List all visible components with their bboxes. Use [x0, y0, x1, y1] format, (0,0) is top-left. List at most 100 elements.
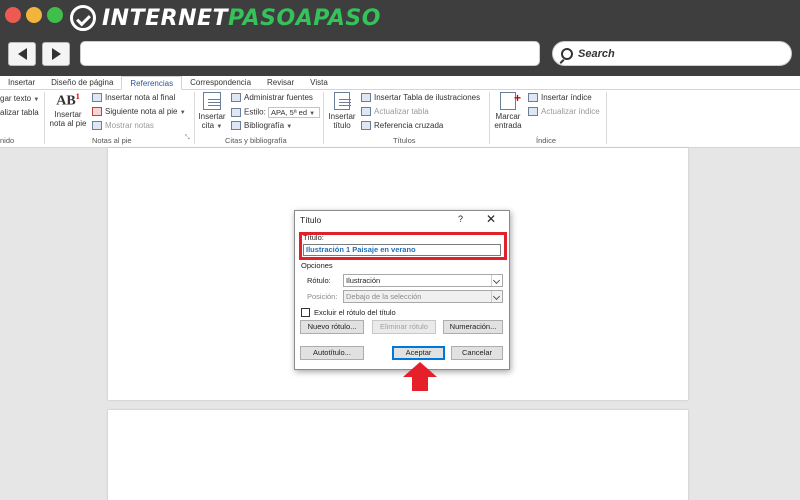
- mark-entry-button[interactable]: Marcar entrada: [492, 91, 524, 130]
- manage-sources-button[interactable]: Administrar fuentes: [231, 93, 313, 103]
- insert-citation-button[interactable]: Insertar cita ▼: [197, 92, 227, 130]
- autocaption-button[interactable]: Autotítulo...: [300, 346, 364, 360]
- mark-entry-label: Marcar: [495, 112, 521, 121]
- update-toc-label: alizar tabla: [0, 108, 39, 117]
- position-select-value: Debajo de la selección: [346, 292, 422, 301]
- search-input[interactable]: Search: [552, 41, 792, 66]
- tab-insertar[interactable]: Insertar: [0, 76, 43, 90]
- toc-group-label: nido: [0, 136, 15, 145]
- search-icon: [561, 47, 573, 60]
- new-label-button[interactable]: Nuevo rótulo...: [300, 320, 364, 334]
- back-button[interactable]: [8, 42, 36, 66]
- tab-referencias[interactable]: Referencias: [121, 76, 183, 90]
- position-label: Posición:: [307, 292, 338, 301]
- insert-footnote-button[interactable]: AB1 Insertar nota al pie: [48, 92, 88, 128]
- insert-index-label: Insertar índice: [541, 93, 592, 102]
- dialog-launcher-icon[interactable]: ⤡: [185, 135, 190, 142]
- chevron-down-icon: ▼: [179, 110, 186, 116]
- style-select[interactable]: APA, 5ª ed ▼: [268, 107, 321, 118]
- search-placeholder: Search: [578, 47, 615, 60]
- chevron-down-icon: ▼: [33, 97, 40, 103]
- mark-entry-label-2: entrada: [494, 121, 522, 130]
- insert-endnote-button[interactable]: Insertar nota al final: [92, 93, 176, 103]
- help-icon[interactable]: ?: [458, 214, 463, 224]
- delete-label-button[interactable]: Eliminar rótulo: [372, 320, 436, 334]
- caption-icon: [334, 92, 351, 110]
- endnote-icon: [92, 93, 102, 103]
- insert-table-figures-button[interactable]: Insertar Tabla de ilustraciones: [361, 93, 480, 103]
- logo-accent: PASOAPASO: [228, 5, 381, 31]
- highlight-box: [299, 232, 507, 260]
- ok-button[interactable]: Aceptar: [392, 346, 445, 360]
- checkmark-logo-icon: [70, 5, 96, 31]
- arrow-right-icon: [51, 48, 61, 60]
- citations-group-label: Citas y bibliografía: [225, 136, 287, 145]
- insert-caption-label: Insertar: [328, 112, 356, 121]
- bibliography-button[interactable]: Bibliografía ▼: [231, 121, 293, 131]
- tab-diseno-pagina[interactable]: Diseño de página: [43, 76, 121, 90]
- insert-citation-label: Insertar: [198, 112, 226, 121]
- insert-caption-button[interactable]: Insertar título: [326, 92, 358, 130]
- tab-vista[interactable]: Vista: [302, 76, 336, 90]
- ribbon-panel: gar texto ▼ alizar tabla nido AB1 Insert…: [0, 90, 800, 148]
- label-select-value: Ilustración: [346, 276, 381, 285]
- chevron-down-icon: [491, 291, 502, 302]
- citation-icon: [203, 92, 221, 110]
- chevron-down-icon: ▼: [309, 111, 316, 117]
- numbering-button[interactable]: Numeración...: [443, 320, 503, 334]
- cross-reference-button[interactable]: Referencia cruzada: [361, 121, 444, 131]
- close-window-icon[interactable]: [5, 7, 21, 23]
- next-footnote-button[interactable]: Siguiente nota al pie ▼: [92, 107, 186, 117]
- add-text-label: gar texto: [0, 94, 32, 103]
- position-select[interactable]: Debajo de la selección: [343, 290, 503, 303]
- insert-citation-label-2: cita: [201, 121, 215, 130]
- update-table-label: Actualizar tabla: [374, 107, 429, 116]
- insert-footnote-label: Insertar: [54, 109, 82, 119]
- minimize-window-icon[interactable]: [26, 7, 42, 23]
- forward-button[interactable]: [42, 42, 70, 66]
- show-notes-icon: [92, 121, 102, 131]
- next-footnote-icon: [92, 107, 102, 117]
- options-label: Opciones: [301, 261, 333, 270]
- ribbon-separator: [194, 92, 195, 144]
- cross-reference-icon: [361, 121, 371, 131]
- update-table-button[interactable]: Actualizar tabla: [361, 107, 429, 117]
- arrow-shaft: [412, 377, 428, 391]
- style-selector[interactable]: Estilo: APA, 5ª ed ▼: [231, 107, 321, 118]
- captions-group-label: Títulos: [393, 136, 416, 145]
- update-toc-button[interactable]: alizar tabla: [0, 108, 39, 117]
- next-footnote-label: Siguiente nota al pie: [105, 107, 178, 116]
- chevron-down-icon: ▼: [286, 124, 293, 130]
- update-table-icon: [361, 107, 371, 117]
- index-group-label: Índice: [536, 136, 557, 145]
- cross-reference-label: Referencia cruzada: [374, 121, 444, 130]
- site-logo: INTERNETPASOAPASO: [70, 4, 381, 32]
- manage-sources-label: Administrar fuentes: [244, 93, 313, 102]
- insert-index-icon: [528, 93, 538, 103]
- chevron-down-icon: [491, 275, 502, 286]
- label-select[interactable]: Ilustración: [343, 274, 503, 287]
- insert-endnote-label: Insertar nota al final: [105, 93, 176, 102]
- update-index-icon: [528, 107, 538, 117]
- show-notes-button[interactable]: Mostrar notas: [92, 121, 154, 131]
- address-bar[interactable]: [80, 41, 540, 66]
- table-figures-icon: [361, 93, 371, 103]
- cancel-button[interactable]: Cancelar: [451, 346, 503, 360]
- document-page[interactable]: [108, 410, 688, 500]
- ribbon-separator: [323, 92, 324, 144]
- insert-index-button[interactable]: Insertar índice: [528, 93, 592, 103]
- exclude-label-checkbox[interactable]: [301, 308, 310, 317]
- chevron-down-icon: ▼: [216, 124, 223, 130]
- style-icon: [231, 108, 241, 117]
- ribbon-tabs: Insertar Diseño de página Referencias Co…: [0, 76, 800, 90]
- close-icon[interactable]: ✕: [486, 212, 496, 226]
- style-value: APA, 5ª ed: [271, 108, 308, 117]
- arrow-head: [403, 362, 437, 377]
- maximize-window-icon[interactable]: [47, 7, 63, 23]
- red-pointer-arrow-icon: [403, 362, 437, 392]
- update-index-button[interactable]: Actualizar índice: [528, 107, 600, 117]
- add-text-button[interactable]: gar texto ▼: [0, 94, 39, 103]
- style-label: Estilo:: [244, 107, 266, 117]
- tab-revisar[interactable]: Revisar: [259, 76, 302, 90]
- tab-correspondencia[interactable]: Correspondencia: [182, 76, 259, 90]
